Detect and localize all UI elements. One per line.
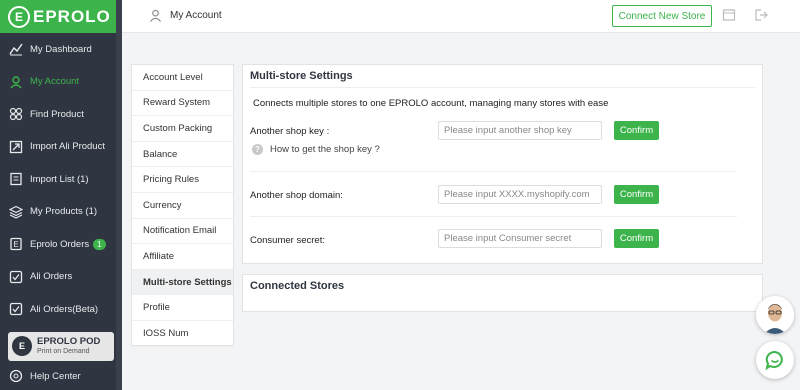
connect-new-store-button[interactable]: Connect New Store [612, 5, 712, 27]
help-circle-icon [9, 369, 23, 383]
consumer-secret-label: Consumer secret: [250, 235, 325, 246]
account-settings-menu: Account Level Reward System Custom Packi… [131, 64, 234, 347]
sidebar-item-label: Eprolo Orders [30, 238, 90, 250]
menu-item-ioss-num[interactable]: IOSS Num [132, 321, 233, 347]
menu-item-custom-packing[interactable]: Custom Packing [132, 116, 233, 142]
menu-item-profile[interactable]: Profile [132, 295, 233, 321]
sidebar-scrollbar[interactable] [116, 0, 122, 390]
layers-icon [9, 205, 23, 219]
check-box-icon [9, 302, 23, 316]
store-icon[interactable] [722, 8, 736, 22]
shop-key-input[interactable]: Please input another shop key [438, 121, 602, 140]
sidebar-item-import-list[interactable]: Import List (1) [0, 163, 116, 196]
pod-subtitle: Print on Demand [37, 347, 90, 355]
sidebar-item-label: Find Product [30, 108, 84, 120]
consumer-secret-input[interactable]: Please input Consumer secret [438, 229, 602, 248]
sidebar-item-label: My Account [30, 76, 80, 88]
confirm-shop-domain-button[interactable]: Confirm [614, 185, 659, 204]
sidebar-item-import-ali-product[interactable]: Import Ali Product [0, 131, 116, 164]
sidebar-item-label: Import Ali Product [30, 141, 105, 153]
dashboard-chart-icon [9, 42, 23, 56]
agent-face-icon [756, 296, 794, 334]
section-title: Multi-store Settings [250, 70, 353, 82]
sidebar-item-label: My Products (1) [30, 206, 98, 218]
check-box-icon [9, 270, 23, 284]
connected-stores-panel: Connected Stores [242, 274, 763, 312]
logout-icon[interactable] [754, 8, 768, 22]
orders-icon: E [9, 237, 23, 251]
logo-text: EPROLO [33, 6, 111, 26]
svg-text:E: E [13, 240, 18, 249]
question-mark-icon: ? [252, 144, 263, 155]
sidebar-item-eprolo-orders[interactable]: E Eprolo Orders 1 [0, 228, 116, 261]
eprolo-pod-banner[interactable]: E EPROLO POD Print on Demand [8, 331, 114, 361]
logo-mark-icon: E [8, 5, 30, 28]
section-title: Connected Stores [250, 280, 345, 292]
chat-button[interactable] [756, 341, 794, 379]
sidebar-item-label: Import List (1) [30, 173, 89, 185]
menu-item-account-level[interactable]: Account Level [132, 65, 233, 91]
menu-item-balance[interactable]: Balance [132, 142, 233, 168]
grid-icon [9, 107, 23, 121]
top-header: My Account Connect New Store [122, 0, 800, 33]
help-link-text: How to get the shop key ? [270, 144, 380, 155]
menu-item-currency[interactable]: Currency [132, 193, 233, 219]
shop-domain-input[interactable]: Please input XXXX.myshopify.com [438, 185, 602, 204]
menu-item-notification-email[interactable]: Notification Email [132, 219, 233, 245]
logo[interactable]: E EPROLO [0, 0, 116, 33]
orders-count-badge: 1 [93, 238, 106, 250]
pod-logo-icon: E [12, 336, 32, 356]
row-divider [250, 171, 737, 172]
sidebar-item-label: Help Center [30, 370, 81, 382]
menu-item-reward-system[interactable]: Reward System [132, 91, 233, 117]
sidebar-item-label: Ali Orders [30, 271, 73, 283]
sidebar-item-label: My Dashboard [30, 43, 92, 55]
pod-title: EPROLO POD [37, 336, 101, 348]
section-description: Connects multiple stores to one EPROLO a… [253, 98, 609, 109]
user-icon [149, 9, 162, 22]
menu-item-multi-store-settings[interactable]: Multi-store Settings [132, 269, 233, 296]
sidebar-item-dashboard[interactable]: My Dashboard [0, 33, 116, 66]
row-divider [250, 216, 737, 217]
chat-bubble-icon [765, 350, 783, 370]
confirm-consumer-secret-button[interactable]: Confirm [614, 229, 659, 248]
page-title: My Account [170, 10, 222, 21]
menu-item-pricing-rules[interactable]: Pricing Rules [132, 167, 233, 193]
import-icon [9, 140, 23, 154]
support-agent-avatar[interactable] [756, 296, 794, 334]
user-icon [9, 75, 23, 89]
sidebar-item-label: Ali Orders(Beta) [30, 303, 99, 315]
sidebar-item-help-center[interactable]: Help Center [0, 362, 116, 390]
sidebar-item-my-account[interactable]: My Account [0, 66, 116, 99]
sidebar-item-my-products[interactable]: My Products (1) [0, 196, 116, 229]
multi-store-settings-panel: Multi-store Settings Connects multiple s… [242, 64, 763, 264]
sidebar-item-find-product[interactable]: Find Product [0, 98, 116, 131]
breadcrumb[interactable]: My Account [149, 9, 222, 22]
title-divider [250, 87, 755, 88]
how-to-get-shop-key-link[interactable]: ? How to get the shop key ? [252, 144, 380, 155]
sidebar-item-ali-orders[interactable]: Ali Orders [0, 261, 116, 294]
confirm-shop-key-button[interactable]: Confirm [614, 121, 659, 140]
sidebar: E EPROLO My Dashboard My Account Find Pr… [0, 0, 116, 390]
shop-domain-label: Another shop domain: [250, 190, 343, 201]
shop-key-label: Another shop key : [250, 126, 330, 137]
sidebar-item-ali-orders-beta[interactable]: Ali Orders(Beta) [0, 293, 116, 326]
list-icon [9, 172, 23, 186]
menu-item-affiliate[interactable]: Affiliate [132, 244, 233, 270]
